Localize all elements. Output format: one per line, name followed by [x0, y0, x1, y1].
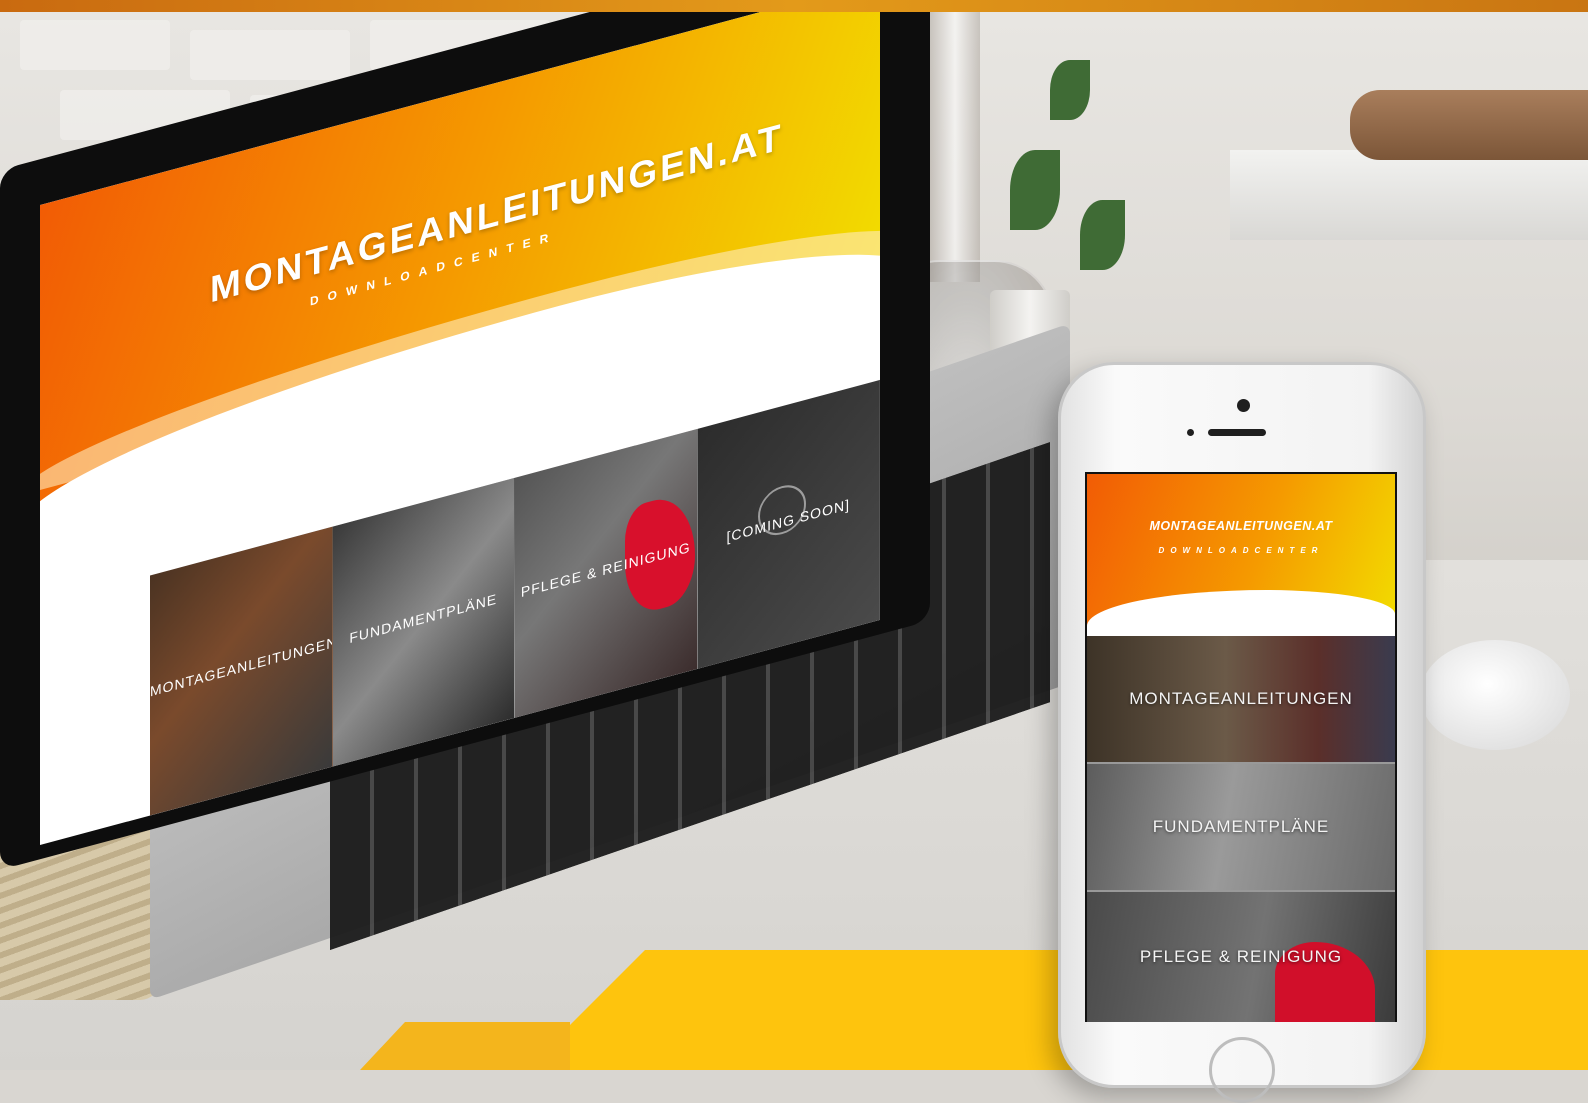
yellow-accent-banner	[525, 950, 1588, 1070]
plant-leaf	[1010, 150, 1060, 230]
speaker-grille	[1208, 429, 1266, 436]
window-sill	[1230, 150, 1588, 240]
tile-fundamentplaene[interactable]: FUNDAMENTPLÄNE	[332, 477, 515, 767]
plant-leaf	[1050, 60, 1090, 120]
phone-tile-label: FUNDAMENTPLÄNE	[1152, 817, 1330, 836]
phone-tile-label: PFLEGE & REINIGUNG	[1139, 947, 1343, 966]
phone-tile-montageanleitungen[interactable]: MONTAGEANLEITUNGEN	[1087, 636, 1395, 764]
phone-screen: MONTAGEANLEITUNGEN.AT DOWNLOADCENTER MON…	[1085, 472, 1397, 1022]
tile-coming-soon[interactable]: [COMING SOON]	[697, 379, 880, 669]
sensor-dot	[1187, 429, 1194, 436]
tile-montageanleitungen[interactable]: MONTAGEANLEITUNGEN	[150, 526, 333, 816]
wall-brick	[190, 30, 350, 80]
phone-tile-label: MONTAGEANLEITUNGEN	[1129, 689, 1353, 708]
smartphone: MONTAGEANLEITUNGEN.AT DOWNLOADCENTER MON…	[1058, 362, 1426, 1103]
camera-icon	[1237, 399, 1250, 412]
tile-label: MONTAGEANLEITUNGEN	[150, 633, 333, 700]
vase-neck	[930, 12, 980, 282]
computer-mouse	[1420, 640, 1570, 750]
tile-label: FUNDAMENTPLÄNE	[349, 590, 498, 647]
plant-leaf	[1080, 200, 1125, 270]
phone-tile-fundamentplaene[interactable]: FUNDAMENTPLÄNE	[1087, 764, 1395, 892]
home-button[interactable]	[1209, 1037, 1275, 1103]
phone-site-title[interactable]: MONTAGEANLEITUNGEN.AT	[1085, 519, 1397, 533]
wall-brick	[20, 20, 170, 70]
tile-pflege-reinigung[interactable]: PFLEGE & REINIGUNG	[515, 428, 698, 718]
top-accent-bar	[0, 0, 1588, 12]
phone-tile-pflege-reinigung[interactable]: PFLEGE & REINIGUNG	[1087, 892, 1395, 1022]
phone-site-subtitle: DOWNLOADCENTER	[1158, 546, 1324, 555]
rolled-object	[1350, 90, 1588, 160]
